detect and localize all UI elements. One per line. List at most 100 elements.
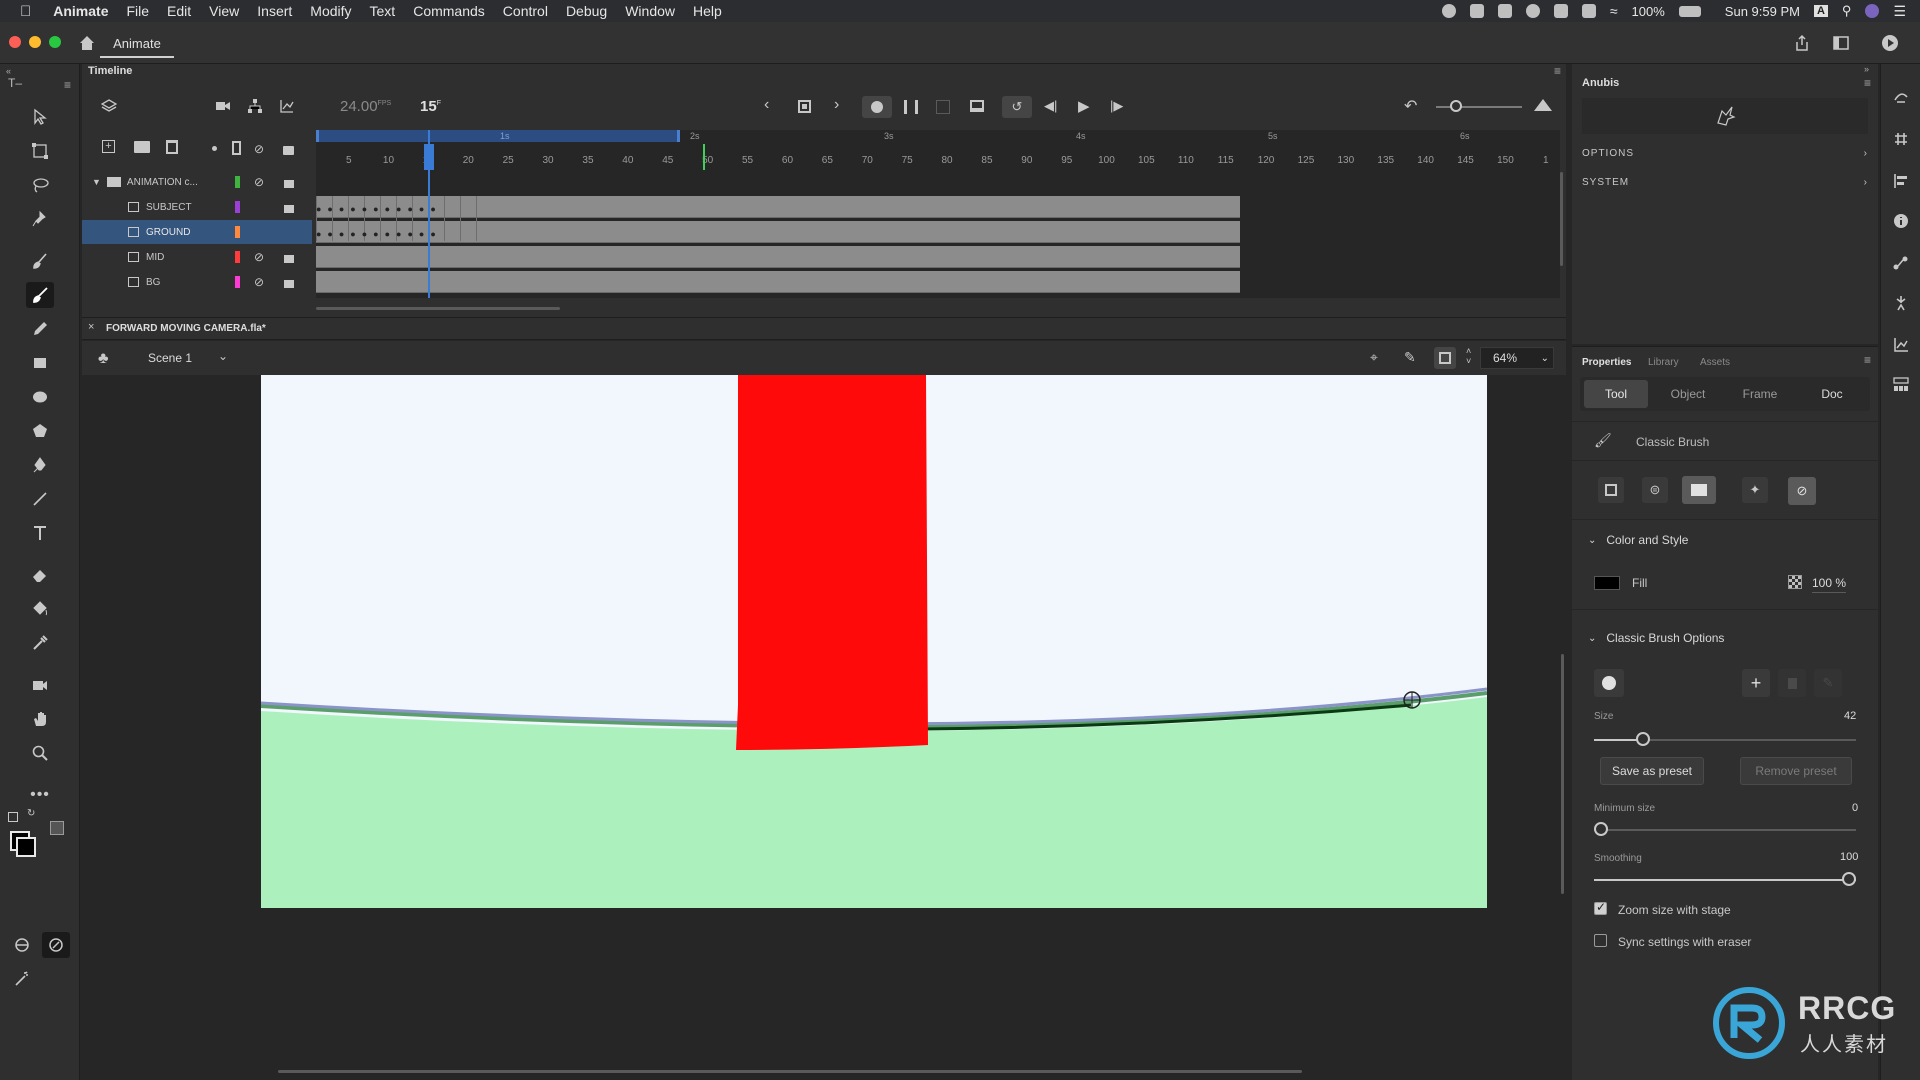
- menu-text[interactable]: Text: [370, 3, 396, 19]
- menu-file[interactable]: File: [126, 3, 149, 19]
- timeline-hscroll[interactable]: [316, 307, 560, 310]
- lock-header-icon[interactable]: [283, 146, 294, 155]
- brush-shape-dropdown[interactable]: [1594, 669, 1624, 697]
- snap-icon[interactable]: ⌖: [1370, 349, 1378, 366]
- input-source-icon[interactable]: A: [1813, 5, 1828, 17]
- test-movie-icon[interactable]: [1880, 33, 1900, 53]
- min-size-slider-knob[interactable]: [1594, 822, 1608, 836]
- free-transform-tool[interactable]: [26, 138, 54, 164]
- menu-window[interactable]: Window: [625, 3, 675, 19]
- pen-tool[interactable]: [26, 452, 54, 478]
- clock[interactable]: Sun 9:59 PM: [1725, 4, 1800, 19]
- layer-animation-folder[interactable]: ▼ ANIMATION c...: [82, 170, 312, 194]
- panel-icon-8[interactable]: [1890, 374, 1912, 396]
- workspace-icon[interactable]: [1832, 34, 1850, 52]
- play-icon[interactable]: ▶: [1078, 97, 1090, 115]
- collapse-icon[interactable]: «: [6, 66, 11, 76]
- eraser-tool[interactable]: [26, 562, 54, 588]
- zoom-dropdown-icon[interactable]: ⌄: [1541, 353, 1549, 364]
- camera-tool[interactable]: [26, 672, 54, 698]
- visibility-header-icon[interactable]: ⊘: [254, 142, 264, 156]
- insert-keyframe-icon[interactable]: [798, 100, 811, 113]
- stage-canvas[interactable]: [261, 375, 1487, 908]
- panel-icon-1[interactable]: [1890, 86, 1912, 108]
- brush-mode-lock-fill[interactable]: ⊜: [1642, 477, 1668, 503]
- spotlight-icon[interactable]: ⚲: [1842, 3, 1852, 19]
- smooth-tool-icon[interactable]: [8, 966, 36, 992]
- lock-icon[interactable]: [284, 205, 294, 213]
- clip-stage-icon[interactable]: ✎: [1404, 349, 1416, 366]
- creative-cloud-icon[interactable]: [1525, 4, 1540, 18]
- camera-toggle-icon[interactable]: [212, 96, 234, 116]
- layer-color-subject[interactable]: [235, 201, 240, 213]
- layer-color-ground[interactable]: [235, 226, 240, 238]
- layer-bg[interactable]: BG: [82, 270, 312, 294]
- share-icon[interactable]: [1793, 34, 1811, 52]
- panel-icon-2[interactable]: [1890, 128, 1912, 150]
- remove-preset-button[interactable]: Remove preset: [1740, 757, 1852, 785]
- min-size-slider-track[interactable]: [1594, 829, 1856, 831]
- menu-view[interactable]: View: [209, 3, 239, 19]
- hidden-icon[interactable]: ⊘: [254, 250, 264, 264]
- folder-expand-icon[interactable]: ▼: [92, 177, 101, 187]
- scene-name[interactable]: Scene 1: [148, 351, 192, 365]
- size-value[interactable]: 42: [1844, 710, 1856, 722]
- playhead-handle[interactable]: [424, 144, 434, 170]
- collapse-right-icon[interactable]: »: [1864, 64, 1869, 74]
- insert-blank-keyframe-icon[interactable]: [970, 100, 984, 112]
- fit-stage-button[interactable]: [1434, 347, 1456, 369]
- document-tab-title[interactable]: FORWARD MOVING CAMERA.fla*: [106, 323, 266, 334]
- home-icon[interactable]: [78, 34, 96, 52]
- app-tab[interactable]: Animate: [100, 30, 174, 58]
- new-layer-icon[interactable]: +: [102, 140, 115, 153]
- close-doc-icon[interactable]: ×: [88, 321, 94, 333]
- zoom-stepper-icon[interactable]: ˄ ˅: [1466, 346, 1471, 366]
- menu-control[interactable]: Control: [503, 3, 548, 19]
- save-preset-button[interactable]: Save as preset: [1600, 757, 1704, 785]
- apple-icon[interactable]: : [20, 3, 31, 20]
- panel-icon-5[interactable]: [1890, 252, 1912, 274]
- edit-multiple-frames-icon[interactable]: [904, 100, 918, 114]
- edit-symbols-icon[interactable]: ♣: [98, 350, 109, 368]
- center-frame-icon[interactable]: ↶: [1404, 96, 1417, 116]
- lock-icon[interactable]: [284, 180, 294, 188]
- step-back-icon[interactable]: ◀​|: [1044, 98, 1057, 114]
- min-size-value[interactable]: 0: [1852, 802, 1858, 814]
- paint-bucket-tool[interactable]: [26, 596, 54, 622]
- maximize-window-button[interactable]: [49, 36, 61, 48]
- default-colors-icon[interactable]: [8, 812, 18, 822]
- subtab-frame[interactable]: Frame: [1728, 380, 1792, 408]
- outline-header-icon[interactable]: [232, 141, 241, 155]
- brush-smooth-button[interactable]: ✦: [1742, 477, 1768, 503]
- highlight-dot-icon[interactable]: [212, 146, 217, 151]
- layer-color-bg[interactable]: [235, 276, 240, 288]
- brush-pressure-button[interactable]: ⊘: [1788, 477, 1816, 505]
- menu-insert[interactable]: Insert: [257, 3, 292, 19]
- loop-button[interactable]: ↺: [1002, 96, 1032, 118]
- prev-keyframe-icon[interactable]: ‹: [764, 96, 769, 114]
- panel-icon-7[interactable]: [1890, 334, 1912, 356]
- layer-color-animation[interactable]: [235, 176, 240, 188]
- menu-edit[interactable]: Edit: [167, 3, 191, 19]
- pin-tool[interactable]: [26, 206, 54, 232]
- size-slider-knob[interactable]: [1636, 732, 1650, 746]
- system-row[interactable]: SYSTEM ›: [1582, 171, 1868, 193]
- menu-modify[interactable]: Modify: [310, 3, 351, 19]
- subtab-doc[interactable]: Doc: [1800, 380, 1864, 408]
- zoom-size-checkbox[interactable]: ✓: [1594, 900, 1607, 915]
- onion-skin-button[interactable]: [862, 96, 892, 118]
- current-frame[interactable]: 15F: [420, 98, 441, 115]
- tab-library[interactable]: Library: [1648, 357, 1679, 368]
- battery-icon[interactable]: [1678, 5, 1701, 17]
- tools-menu-icon[interactable]: ≡: [64, 78, 71, 92]
- panel-icon-3[interactable]: [1890, 170, 1912, 192]
- graph-icon[interactable]: [276, 96, 298, 116]
- lock-icon[interactable]: [284, 255, 294, 263]
- scene-dropdown-icon[interactable]: ⌄: [218, 349, 228, 363]
- tab-properties[interactable]: Properties: [1582, 357, 1631, 368]
- swap-colors-icon[interactable]: ↻: [27, 808, 35, 819]
- smoothing-value[interactable]: 100: [1840, 851, 1858, 863]
- hidden-icon[interactable]: ⊘: [254, 275, 264, 289]
- new-folder-icon[interactable]: [134, 141, 150, 153]
- add-brush-button[interactable]: +: [1742, 669, 1770, 697]
